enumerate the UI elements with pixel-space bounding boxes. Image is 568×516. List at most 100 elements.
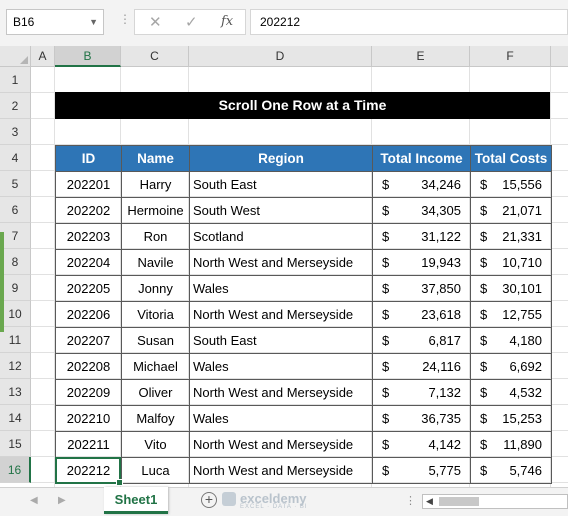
prev-sheet-icon[interactable]: ◀ xyxy=(30,495,38,506)
header-region[interactable]: Region xyxy=(189,145,373,172)
chevron-down-icon[interactable]: ▼ xyxy=(89,10,98,34)
cell-income[interactable]: $23,618 xyxy=(372,301,471,328)
cell-costs[interactable]: $5,746 xyxy=(470,457,552,484)
cell-name[interactable]: Hermoine xyxy=(121,197,190,224)
cell-costs[interactable]: $11,890 xyxy=(470,431,552,458)
next-sheet-icon[interactable]: ▶ xyxy=(58,495,66,506)
row-header-1[interactable]: 1 xyxy=(0,67,31,93)
cell-costs[interactable]: $30,101 xyxy=(470,275,552,302)
cell-region[interactable]: South West xyxy=(189,197,373,224)
sheet-tab-sheet1[interactable]: Sheet1 xyxy=(104,487,168,514)
row-header-6[interactable]: 6 xyxy=(0,197,31,223)
row-header-9[interactable]: 9 xyxy=(0,275,31,301)
add-sheet-icon[interactable]: + xyxy=(201,492,217,508)
column-header-a[interactable]: A xyxy=(31,46,55,67)
row-header-16[interactable]: 16 xyxy=(0,457,31,483)
row-header-15[interactable]: 15 xyxy=(0,431,31,457)
cell-name[interactable]: Oliver xyxy=(121,379,190,406)
formula-input[interactable]: 202212 xyxy=(250,9,568,35)
cell-name[interactable]: Luca xyxy=(121,457,190,484)
cell-income[interactable]: $34,305 xyxy=(372,197,471,224)
header-total-costs[interactable]: Total Costs xyxy=(470,145,552,172)
column-header-c[interactable]: C xyxy=(121,46,189,67)
cell-income[interactable]: $19,943 xyxy=(372,249,471,276)
cell-costs[interactable]: $21,331 xyxy=(470,223,552,250)
cell-income[interactable]: $24,116 xyxy=(372,353,471,380)
cancel-icon[interactable]: ✕ xyxy=(149,13,162,31)
row-header-10[interactable]: 10 xyxy=(0,301,31,327)
scroll-left-icon[interactable]: ◀ xyxy=(426,496,433,507)
column-header-b[interactable]: B xyxy=(55,46,121,67)
cell-id[interactable]: 202202 xyxy=(55,197,122,224)
cell-income[interactable]: $36,735 xyxy=(372,405,471,432)
cell-region[interactable]: North West and Merseyside xyxy=(189,301,373,328)
side-panel-handle[interactable] xyxy=(0,232,4,332)
cell-id[interactable]: 202212 xyxy=(55,457,122,484)
formula-bar-grip-icon[interactable]: ⋮ xyxy=(119,12,131,26)
cell-id[interactable]: 202207 xyxy=(55,327,122,354)
cell-region[interactable]: Wales xyxy=(189,353,373,380)
cell-region[interactable]: North West and Merseyside xyxy=(189,457,373,484)
cell-id[interactable]: 202211 xyxy=(55,431,122,458)
cell-id[interactable]: 202205 xyxy=(55,275,122,302)
cell-id[interactable]: 202203 xyxy=(55,223,122,250)
select-all-button[interactable] xyxy=(0,46,31,67)
row-header-8[interactable]: 8 xyxy=(0,249,31,275)
cell-costs[interactable]: $21,071 xyxy=(470,197,552,224)
cell-id[interactable]: 202208 xyxy=(55,353,122,380)
cell-name[interactable]: Vito xyxy=(121,431,190,458)
cell-income[interactable]: $4,142 xyxy=(372,431,471,458)
cell-income[interactable]: $31,122 xyxy=(372,223,471,250)
header-total-income[interactable]: Total Income xyxy=(372,145,471,172)
name-box[interactable]: B16 ▼ xyxy=(6,9,104,35)
column-header-e[interactable]: E xyxy=(372,46,470,67)
row-header-11[interactable]: 11 xyxy=(0,327,31,353)
tab-split-grip-icon[interactable]: ⋮ xyxy=(405,494,416,507)
cell-region[interactable]: Wales xyxy=(189,275,373,302)
row-header-13[interactable]: 13 xyxy=(0,379,31,405)
cell-id[interactable]: 202209 xyxy=(55,379,122,406)
column-header-f[interactable]: F xyxy=(470,46,551,67)
horizontal-scrollbar[interactable]: ◀ xyxy=(422,494,568,509)
cell-region[interactable]: North West and Merseyside xyxy=(189,431,373,458)
cell-costs[interactable]: $6,692 xyxy=(470,353,552,380)
cell-name[interactable]: Ron xyxy=(121,223,190,250)
cell-income[interactable]: $5,775 xyxy=(372,457,471,484)
header-name[interactable]: Name xyxy=(121,145,190,172)
cell-income[interactable]: $34,246 xyxy=(372,171,471,198)
cell-name[interactable]: Susan xyxy=(121,327,190,354)
cell-name[interactable]: Harry xyxy=(121,171,190,198)
cell-id[interactable]: 202210 xyxy=(55,405,122,432)
cell-id[interactable]: 202204 xyxy=(55,249,122,276)
row-header-7[interactable]: 7 xyxy=(0,223,31,249)
cell-costs[interactable]: $10,710 xyxy=(470,249,552,276)
cell-region[interactable]: South East xyxy=(189,171,373,198)
cell-costs[interactable]: $15,253 xyxy=(470,405,552,432)
row-header-2[interactable]: 2 xyxy=(0,93,31,119)
scrollbar-thumb[interactable] xyxy=(439,497,479,506)
header-id[interactable]: ID xyxy=(55,145,122,172)
cell-region[interactable]: North West and Merseyside xyxy=(189,379,373,406)
column-header-d[interactable]: D xyxy=(189,46,372,67)
cell-costs[interactable]: $15,556 xyxy=(470,171,552,198)
row-header-12[interactable]: 12 xyxy=(0,353,31,379)
cell-income[interactable]: $37,850 xyxy=(372,275,471,302)
row-header-4[interactable]: 4 xyxy=(0,145,31,171)
row-header-5[interactable]: 5 xyxy=(0,171,31,197)
cell-name[interactable]: Michael xyxy=(121,353,190,380)
cell-region[interactable]: Wales xyxy=(189,405,373,432)
cell-region[interactable]: South East xyxy=(189,327,373,354)
row-header-14[interactable]: 14 xyxy=(0,405,31,431)
cell-id[interactable]: 202206 xyxy=(55,301,122,328)
insert-function-icon[interactable]: fx xyxy=(221,14,233,29)
cell-name[interactable]: Navile xyxy=(121,249,190,276)
cell-region[interactable]: Scotland xyxy=(189,223,373,250)
cell-region[interactable]: North West and Merseyside xyxy=(189,249,373,276)
cell-id[interactable]: 202201 xyxy=(55,171,122,198)
cell-income[interactable]: $7,132 xyxy=(372,379,471,406)
cell-name[interactable]: Malfoy xyxy=(121,405,190,432)
cell-costs[interactable]: $12,755 xyxy=(470,301,552,328)
cell-income[interactable]: $6,817 xyxy=(372,327,471,354)
cell-costs[interactable]: $4,532 xyxy=(470,379,552,406)
cell-costs[interactable]: $4,180 xyxy=(470,327,552,354)
